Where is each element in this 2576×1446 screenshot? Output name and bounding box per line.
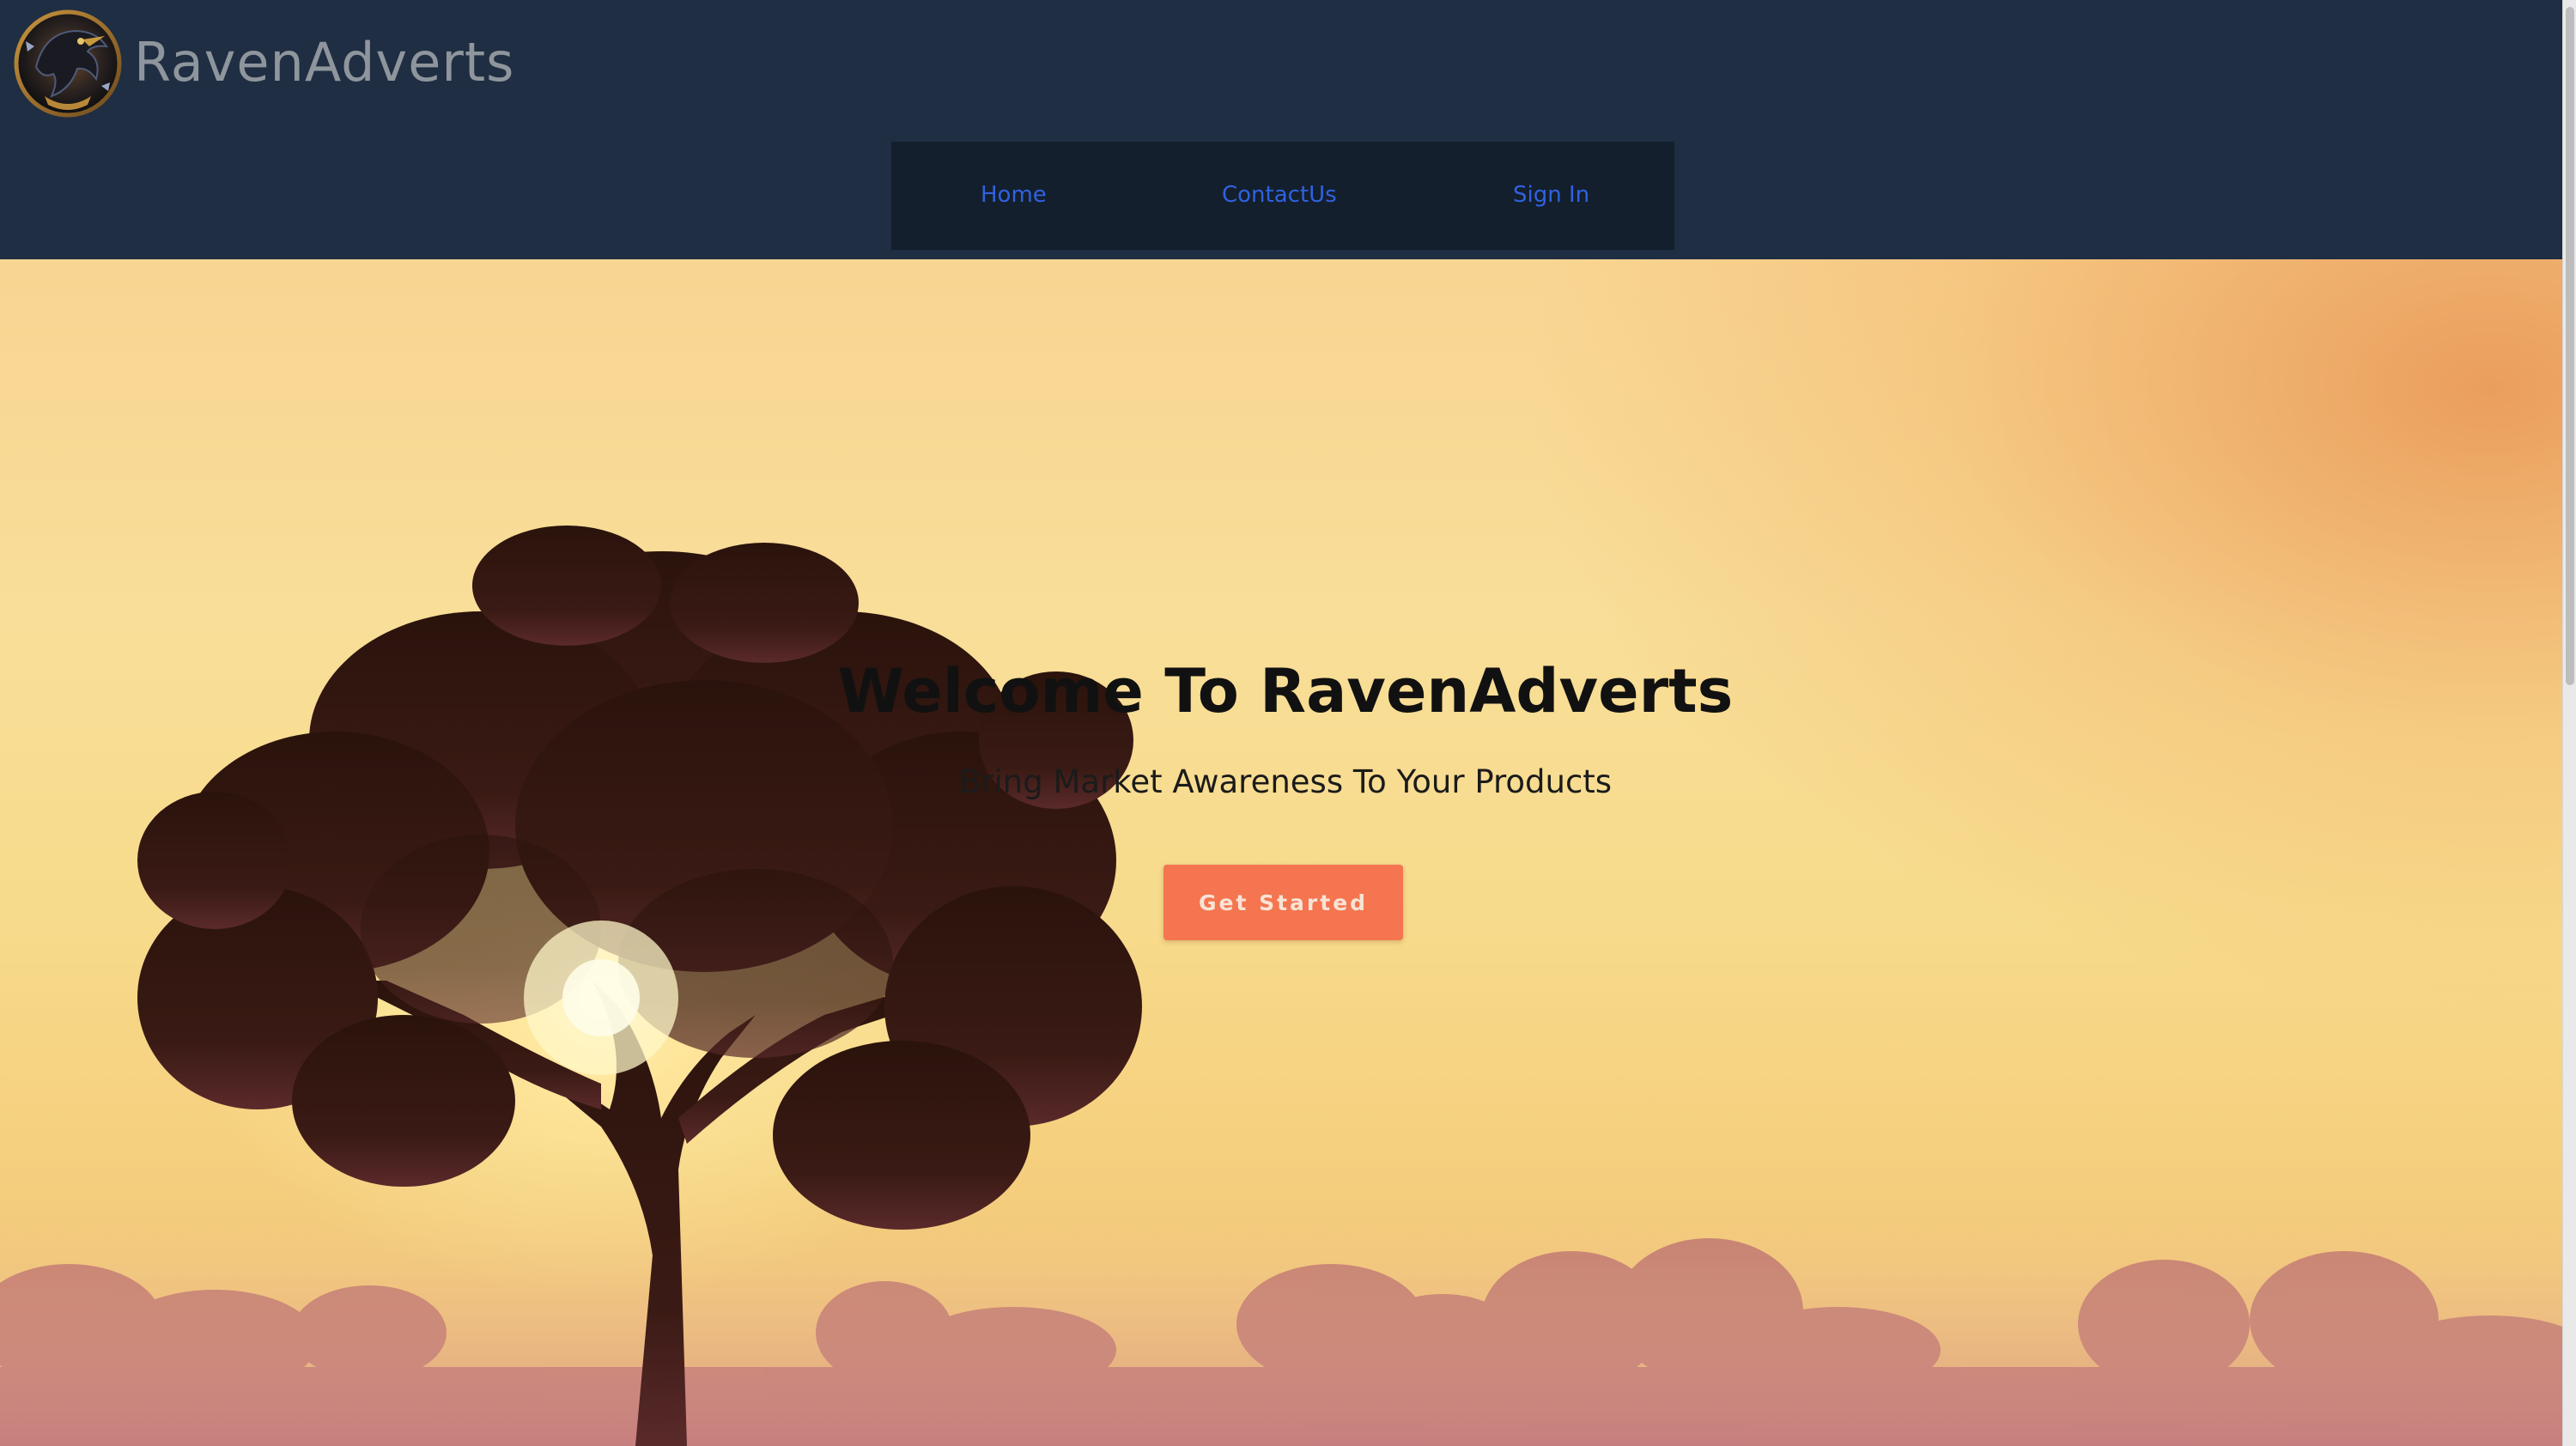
hero-section: Welcome To RavenAdverts Bring Market Awa… (0, 259, 2562, 1446)
nav-link-sign-in[interactable]: Sign In (1513, 179, 1589, 210)
get-started-button[interactable]: Get Started (1163, 865, 1403, 940)
scrollbar-thumb[interactable] (2566, 7, 2574, 685)
hero-background-image (0, 526, 2562, 1446)
brand-name[interactable]: RavenAdverts (134, 29, 514, 96)
hero-title: Welcome To RavenAdverts (837, 656, 1734, 726)
raven-emblem-icon[interactable] (10, 7, 125, 122)
nav-link-home[interactable]: Home (981, 179, 1047, 210)
hero-subtitle: Bring Market Awareness To Your Products (958, 763, 1613, 800)
vertical-scrollbar[interactable] (2562, 0, 2576, 1446)
site-header: RavenAdverts Home ContactUs Sign In (0, 0, 2562, 259)
page: RavenAdverts Home ContactUs Sign In Welc… (0, 0, 2576, 1446)
main-nav: Home ContactUs Sign In (891, 142, 1674, 250)
nav-link-contact-us[interactable]: ContactUs (1222, 179, 1337, 210)
